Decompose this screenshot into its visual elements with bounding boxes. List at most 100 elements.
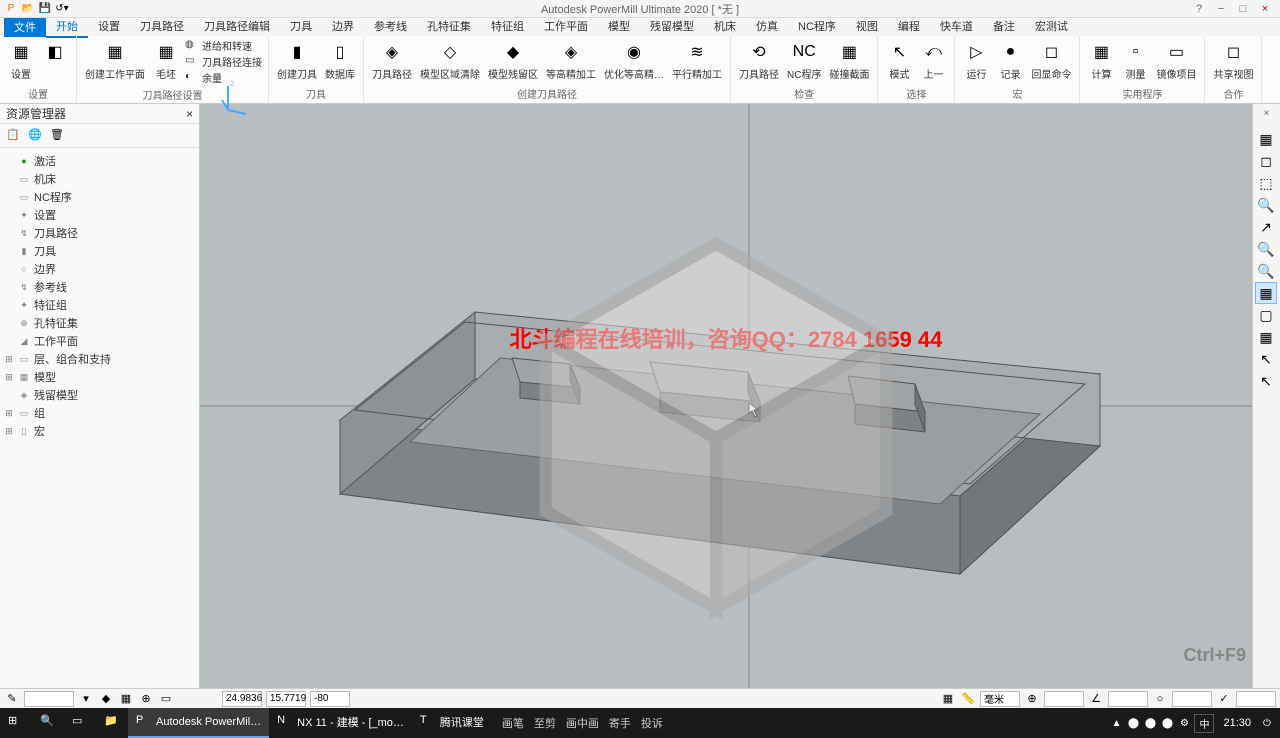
ribbon-tab[interactable]: 刀具 (280, 16, 322, 38)
ribbon-tab[interactable]: 备注 (983, 16, 1025, 38)
ribbon-tab[interactable]: 刀具路径编辑 (194, 16, 280, 38)
tree-item[interactable]: ↯刀具路径 (4, 224, 195, 242)
ribbon-tab[interactable]: 视图 (846, 16, 888, 38)
ribbon-button[interactable]: ●记录 (995, 38, 1025, 83)
ribbon-button[interactable]: ◇模型区域清除 (418, 38, 482, 83)
ribbon-button[interactable]: ◻共享视图 (1211, 38, 1255, 83)
tree-item[interactable]: ●激活 (4, 152, 195, 170)
clock[interactable]: 21:30 (1217, 717, 1257, 729)
ribbon-button[interactable]: ◉优化等高精… (602, 38, 666, 83)
ribbon-tab[interactable]: NC程序 (788, 16, 846, 38)
tool-selector[interactable] (24, 691, 74, 707)
dropdown-icon[interactable]: ▾ (78, 691, 94, 707)
taskbar-app-tencent[interactable]: T腾讯课堂 (412, 708, 492, 738)
ribbon-tab[interactable]: 编程 (888, 16, 930, 38)
ribbon-button[interactable]: ◧ (40, 38, 70, 68)
ribbon-tab[interactable]: 特征组 (481, 16, 534, 38)
3d-viewport[interactable]: 北斗编程在线培训，咨询QQ：2784 1659 44 z Ctrl+F9 (200, 104, 1252, 688)
tray-icon[interactable]: ⬤ (1143, 716, 1157, 730)
ribbon-tab[interactable]: 工作平面 (534, 16, 598, 38)
file-tab[interactable]: 文件 (4, 17, 46, 37)
ribbon-button[interactable]: ▦计算 (1086, 38, 1116, 83)
help-icon[interactable]: ? (1192, 2, 1206, 16)
ribbon-tab[interactable]: 开始 (46, 16, 88, 38)
ribbon-small-button[interactable]: ▭刀具路径连接 (185, 54, 262, 69)
tray-icon[interactable]: ⬤ (1160, 716, 1174, 730)
close-button[interactable]: × (1258, 2, 1272, 16)
tree-item[interactable]: ↯参考线 (4, 278, 195, 296)
ribbon-button[interactable]: NCNC程序 (785, 38, 823, 83)
tree-item[interactable]: ▮刀具 (4, 242, 195, 260)
ribbon-button[interactable]: ▦碰撞截面 (827, 38, 871, 83)
tree-item[interactable]: ○边界 (4, 260, 195, 278)
ribbon-tab[interactable]: 参考线 (364, 16, 417, 38)
ribbon-button[interactable]: ⤺上一 (918, 38, 948, 83)
ime-hint[interactable]: 画笔 (502, 715, 524, 731)
ribbon-button[interactable]: ◈刀具路径 (370, 38, 414, 83)
open-icon[interactable]: 📂 (21, 2, 35, 16)
ime-hint[interactable]: 画中画 (566, 715, 599, 731)
grid-icon[interactable]: ▦ (118, 691, 134, 707)
pencil-icon[interactable]: ✎ (4, 691, 20, 707)
ribbon-button[interactable]: ≋平行精加工 (670, 38, 724, 83)
minimize-button[interactable]: − (1214, 2, 1228, 16)
tree-item[interactable]: ⊞▯宏 (4, 422, 195, 440)
ribbon-tab[interactable]: 设置 (88, 16, 130, 38)
ribbon-button[interactable]: ▦毛坯 (151, 38, 181, 83)
ribbon-tab[interactable]: 边界 (322, 16, 364, 38)
tree-item[interactable]: ⊞▭层、组合和支持 (4, 350, 195, 368)
tree-item[interactable]: ▭NC程序 (4, 188, 195, 206)
power-icon[interactable]: ⏻ (1260, 716, 1274, 730)
taskbar-app-taskview[interactable]: ▭ (64, 708, 96, 738)
taskbar-app-nx[interactable]: NNX 11 - 建模 - [_mo… (269, 708, 412, 738)
snap2-icon[interactable]: ▭ (158, 691, 174, 707)
ribbon-button[interactable]: ▮创建刀具 (275, 38, 319, 83)
taskbar-app-search[interactable]: 🔍 (32, 708, 64, 738)
taskbar-app-start[interactable]: ⊞ (0, 708, 32, 738)
tray-icon[interactable]: ▲ (1109, 716, 1123, 730)
tree-item[interactable]: ⊕孔特征集 (4, 314, 195, 332)
maximize-button[interactable]: □ (1236, 2, 1250, 16)
taskbar-app-powermill[interactable]: PAutodesk PowerMil… (128, 708, 269, 738)
ribbon-button[interactable]: ⟲刀具路径 (737, 38, 781, 83)
ime-hint[interactable]: 寄手 (609, 715, 631, 731)
tree-item[interactable]: ▭机床 (4, 170, 195, 188)
field-4[interactable] (1236, 691, 1276, 707)
ribbon-tab[interactable]: 刀具路径 (130, 16, 194, 38)
list-icon[interactable]: 📋 (6, 128, 22, 144)
ribbon-button[interactable]: ▷运行 (961, 38, 991, 83)
tree-item[interactable]: ✦设置 (4, 206, 195, 224)
tree-item[interactable]: ⊞▦模型 (4, 368, 195, 386)
ribbon-button[interactable]: ◆模型残留区 (486, 38, 540, 83)
trash-icon[interactable]: 🗑 (50, 128, 66, 144)
tray-icon[interactable]: ⬤ (1126, 716, 1140, 730)
expand-icon[interactable]: ⊞ (4, 354, 14, 365)
ime-hint[interactable]: 投诉 (641, 715, 663, 731)
ribbon-tab[interactable]: 仿真 (746, 16, 788, 38)
save-icon[interactable]: 💾 (38, 2, 52, 16)
tree-item[interactable]: ✦特征组 (4, 296, 195, 314)
tree-item[interactable]: ⊞▭组 (4, 404, 195, 422)
undo-icon[interactable]: ↺▾ (55, 2, 69, 16)
ribbon-small-button[interactable]: ◍进给和转速 (185, 38, 262, 53)
ribbon-button[interactable]: ▭镜像项目 (1154, 38, 1198, 83)
taskbar-app-explorer[interactable]: 📁 (96, 708, 128, 738)
lang-indicator[interactable]: 中 (1194, 714, 1214, 733)
ribbon-button[interactable]: ▦创建工作平面 (83, 38, 147, 83)
ribbon-button[interactable]: ▯数据库 (323, 38, 357, 83)
ime-hint[interactable]: 至剪 (534, 715, 556, 731)
ribbon-tab[interactable]: 宏测试 (1025, 16, 1078, 38)
axis-icon[interactable]: ⊕ (138, 691, 154, 707)
tree-item[interactable]: ◈残留模型 (4, 386, 195, 404)
globe-icon[interactable]: 🌐 (28, 128, 44, 144)
tray-icon[interactable]: ⚙ (1177, 716, 1191, 730)
explorer-close-icon[interactable]: × (186, 107, 193, 121)
ribbon-button[interactable]: ▦设置 (6, 38, 36, 83)
expand-icon[interactable]: ⊞ (4, 426, 14, 437)
ribbon-tab[interactable]: 机床 (704, 16, 746, 38)
ribbon-tab[interactable]: 快车道 (930, 16, 983, 38)
ribbon-button[interactable]: ↖模式 (884, 38, 914, 83)
ribbon-tab[interactable]: 模型 (598, 16, 640, 38)
ribbon-button[interactable]: ◈等高精加工 (544, 38, 598, 83)
snap-icon[interactable]: ◆ (98, 691, 114, 707)
